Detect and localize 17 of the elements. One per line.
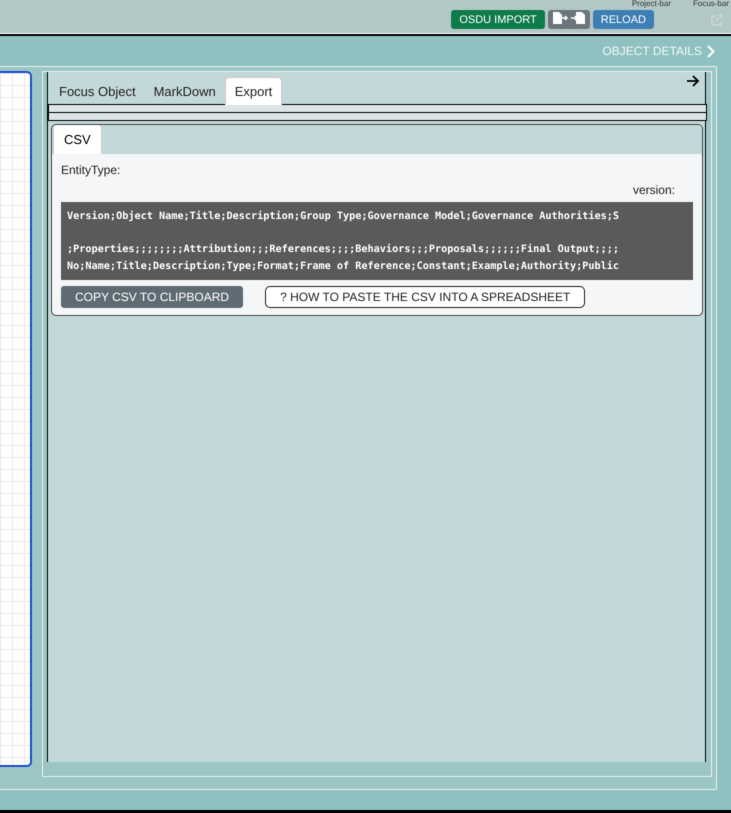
toggle-label[interactable]: Focus-bar (692, 0, 729, 8)
copy-button[interactable]: COPY CSV TO CLIPBOARD (61, 286, 244, 308)
diagram-canvas[interactable] (0, 71, 32, 767)
file-arrows-icon (552, 11, 586, 25)
toggle-label[interactable]: Project-bar (632, 0, 671, 8)
tab[interactable]: Focus Object (50, 78, 145, 105)
export-import-button[interactable] (548, 10, 590, 29)
arrow-right-icon[interactable] (686, 75, 700, 87)
version-label: version: (632, 183, 676, 197)
tab[interactable]: MarkDown (144, 78, 225, 105)
csv-output: Version;Object Name;Title;Description;Group Type;Governance Model;Governance Authorities;S ;Properties;;;;;;;;Attribution;;;References;;;;Behaviors;;;Proposals;;;;;;Final Output;;;; No;Name;Title;Description;Type;Format;Frame of Reference;Constant;Example;Authority;Public (61, 202, 693, 280)
help-button[interactable]: ? HOW TO PASTE THE CSV INTO A SPREADSHEET (265, 286, 586, 308)
reload-button[interactable]: RELOAD (592, 10, 654, 29)
import-button[interactable]: OSDU IMPORT (451, 10, 545, 29)
tab[interactable]: Export (224, 77, 282, 105)
entity-type-label: EntityType: (61, 163, 122, 177)
tab[interactable]: CSV (53, 125, 102, 154)
